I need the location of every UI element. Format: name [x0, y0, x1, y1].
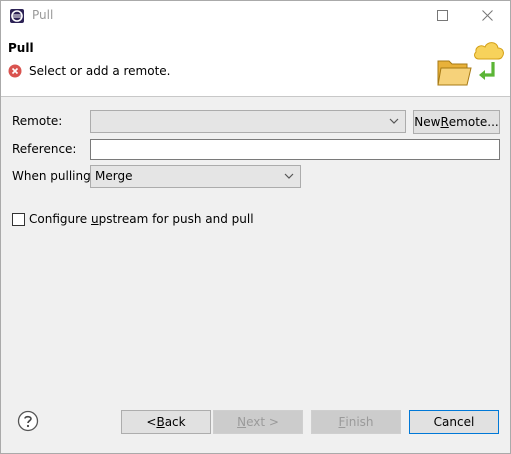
status-message: Select or add a remote. [29, 64, 171, 78]
new-remote-mnemonic: R [440, 115, 449, 129]
when-pulling-label: When pulling: [12, 169, 95, 183]
chevron-down-icon [284, 173, 294, 179]
next-mnemonic: N [237, 415, 247, 429]
new-remote-button[interactable]: New Remote... [413, 110, 500, 134]
page-title: Pull [8, 41, 34, 55]
pull-wizard-icon [437, 42, 504, 86]
reference-input[interactable] [90, 139, 500, 160]
new-remote-label-pre: New [414, 115, 441, 129]
back-label-pre: < [146, 415, 157, 429]
configure-label-pre: Configure [29, 212, 91, 226]
header-banner: Pull Select or add a remote. [1, 30, 510, 97]
pull-dialog: Pull Pull Select or add a remote. Remote… [0, 0, 511, 454]
eclipse-app-icon [10, 9, 24, 23]
reference-label: Reference: [12, 142, 77, 156]
help-icon[interactable] [17, 410, 39, 432]
when-pulling-dropdown[interactable]: Merge [90, 165, 301, 188]
cancel-button[interactable]: Cancel [409, 410, 499, 434]
window-title: Pull [32, 8, 54, 22]
next-button[interactable]: Next > [213, 410, 303, 434]
next-label-post: ext > [246, 415, 279, 429]
back-button[interactable]: < Back [121, 410, 211, 434]
configure-mnemonic: u [90, 212, 99, 226]
maximize-button[interactable] [419, 1, 465, 30]
configure-label-post: pstream for push and pull [98, 212, 254, 226]
maximize-icon [436, 10, 448, 21]
remote-label: Remote: [12, 114, 63, 128]
remote-dropdown[interactable] [90, 110, 406, 133]
back-label-post: ack [164, 415, 186, 429]
back-mnemonic: B [156, 415, 165, 429]
error-icon [8, 64, 22, 78]
close-button[interactable] [464, 1, 510, 30]
new-remote-label-post: emote... [448, 115, 499, 129]
configure-upstream-label[interactable]: Configure upstream for push and pull [29, 212, 254, 226]
chevron-down-icon [389, 118, 399, 124]
title-bar: Pull [1, 1, 510, 30]
when-pulling-value: Merge [95, 169, 133, 183]
finish-label-post: inish [345, 415, 374, 429]
finish-button[interactable]: Finish [311, 410, 401, 434]
finish-mnemonic: F [338, 415, 346, 429]
configure-upstream-checkbox[interactable] [12, 213, 25, 226]
close-icon [481, 10, 493, 21]
cancel-label: Cancel [433, 415, 475, 429]
